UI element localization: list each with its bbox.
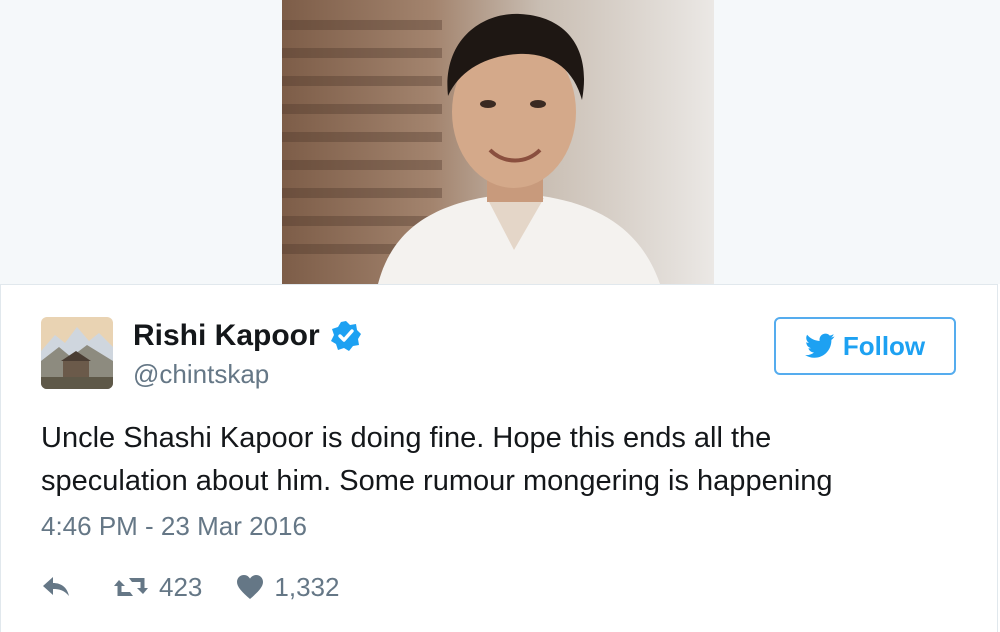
follow-button-label: Follow [842, 330, 926, 361]
retweet-icon [114, 578, 148, 596]
tweet-card: Rishi Kapoor @chintskap Follow Uncle Sha… [0, 284, 998, 632]
tweet-text: Uncle Shashi Kapoor is doing fine. Hope … [41, 417, 941, 503]
tweet-text-line: Uncle Shashi Kapoor is doing fine. Hope … [41, 422, 772, 454]
author-display-name[interactable]: Rishi Kapoor [133, 319, 320, 353]
like-count: 1,332 [274, 571, 340, 602]
like-button[interactable]: 1,332 [236, 572, 339, 603]
author-name-row[interactable]: Rishi Kapoor [133, 319, 362, 353]
reply-icon [43, 577, 69, 596]
tweet-timestamp[interactable]: 4:46 PM - 23 Mar 2016 [41, 511, 307, 542]
heart-icon [237, 575, 264, 599]
verified-badge-icon [330, 320, 362, 352]
tweet-photo-image [282, 0, 714, 284]
retweet-button[interactable]: 423 [113, 572, 202, 603]
author-handle[interactable]: @chintskap [133, 359, 269, 390]
twitter-bird-icon [804, 333, 835, 358]
avatar[interactable] [41, 317, 113, 389]
retweet-count: 423 [159, 571, 203, 602]
avatar-image [41, 317, 113, 389]
reply-button[interactable] [41, 575, 71, 599]
tweet-photo[interactable] [282, 0, 714, 284]
tweet-text-line: speculation about him. Some rumour monge… [41, 465, 833, 497]
tweet-actions: 423 1,332 [41, 569, 339, 605]
follow-button[interactable]: Follow [774, 317, 956, 375]
